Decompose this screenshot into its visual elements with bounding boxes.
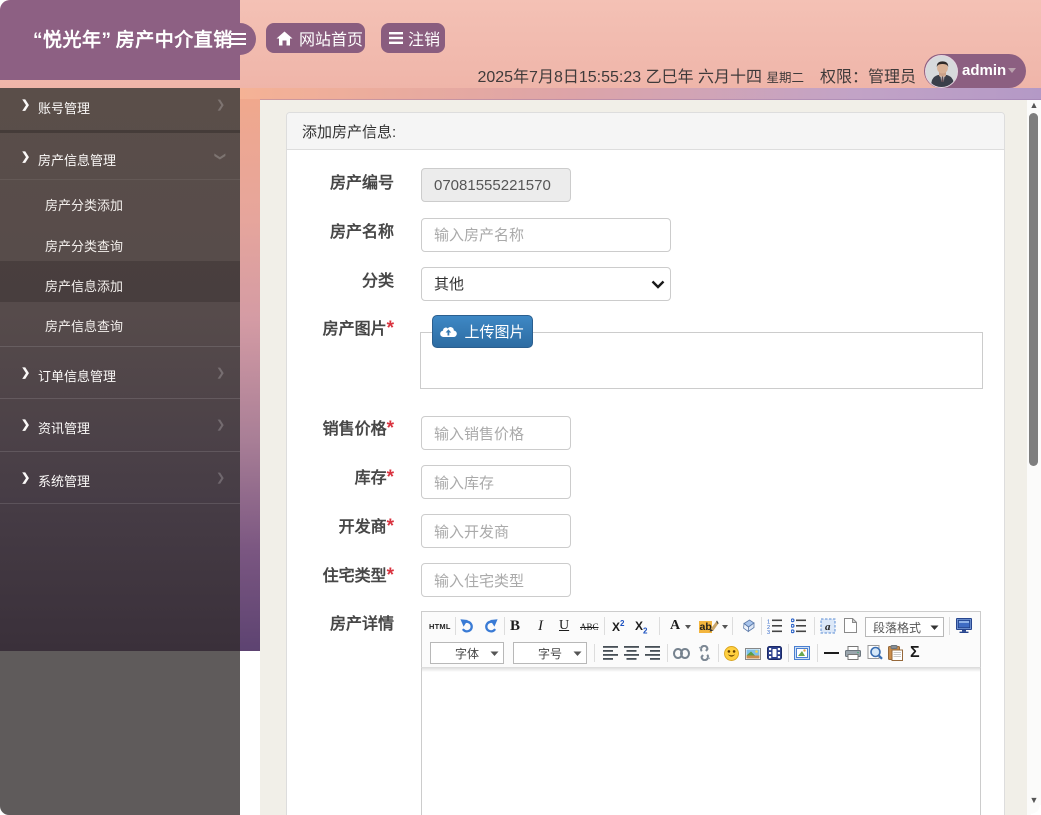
svg-text:a: a <box>825 621 831 633</box>
svg-text:3: 3 <box>767 630 770 634</box>
